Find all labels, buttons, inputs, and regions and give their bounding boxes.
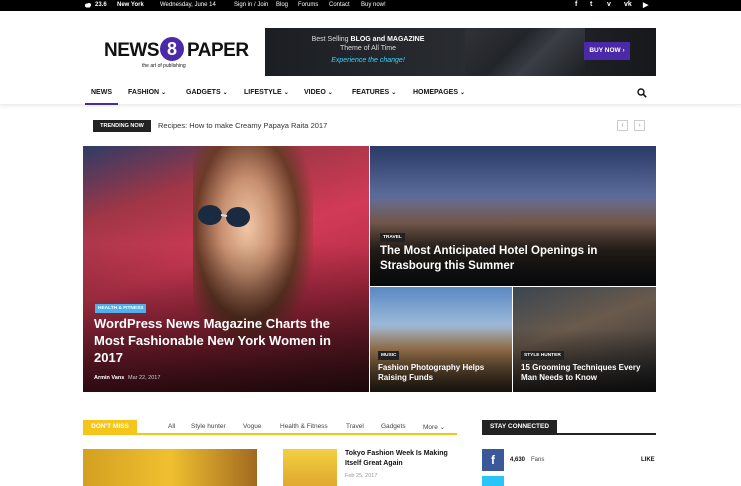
category-badge[interactable]: STYLE HUNTER — [521, 351, 564, 360]
facebook-icon[interactable]: f — [482, 449, 504, 471]
featured-title[interactable]: 15 Grooming Techniques Every Man Needs t… — [521, 363, 649, 384]
post-date-separator: - — [122, 375, 124, 381]
category-badge[interactable]: HEALTH & FITNESS — [95, 304, 147, 313]
tab-vogue[interactable]: Vogue — [243, 423, 261, 430]
trending-next-button[interactable]: › — [634, 120, 645, 131]
twitter-icon[interactable] — [482, 476, 504, 486]
dont-miss-image-main[interactable] — [83, 449, 257, 486]
tab-travel[interactable]: Travel — [346, 423, 364, 430]
chevron-down-icon: ⌄ — [391, 90, 397, 96]
banner-decoration — [465, 28, 585, 76]
sunglasses-graphic — [198, 205, 250, 227]
chevron-down-icon: ⌄ — [222, 90, 228, 96]
facebook-fan-count: 4,630 — [510, 457, 526, 463]
forums-link[interactable]: Forums — [298, 2, 318, 8]
dont-miss-post-date: Feb 25, 2017 — [345, 473, 378, 479]
nav-item-gadgets[interactable]: GADGETS ⌄ — [186, 89, 228, 96]
current-date: Wednesday, June 14 — [160, 2, 216, 8]
nav-item-news[interactable]: NEWS — [91, 89, 112, 96]
facebook-fans-label: Fans — [531, 457, 545, 463]
banner-buy-button[interactable]: BUY NOW › — [584, 42, 630, 60]
youtube-icon[interactable]: ▶ — [643, 1, 648, 9]
dont-miss-label: DON'T MISS — [83, 420, 137, 434]
blog-link[interactable]: Blog — [276, 2, 288, 8]
post-author[interactable]: Armin Vans — [94, 375, 124, 381]
post-date: Mar 22, 2017 — [128, 375, 161, 381]
buy-now-link[interactable]: Buy now! — [361, 2, 386, 8]
chevron-down-icon: ⌄ — [460, 90, 466, 96]
banner-line-3: Experience the change! — [331, 57, 405, 64]
cloud-icon — [85, 3, 91, 8]
chevron-down-icon: ⌄ — [161, 90, 167, 96]
dont-miss-underline — [83, 433, 457, 435]
chevron-down-icon: ⌄ — [439, 424, 446, 431]
nav-active-indicator — [85, 103, 118, 105]
facebook-icon[interactable]: f — [575, 1, 577, 8]
search-icon[interactable] — [637, 88, 647, 98]
featured-post-style[interactable]: STYLE HUNTER 15 Grooming Techniques Ever… — [513, 287, 656, 392]
vimeo-icon[interactable]: v — [607, 1, 611, 8]
facebook-like-button[interactable]: LIKE — [641, 457, 655, 463]
nav-item-video[interactable]: VIDEO ⌄ — [304, 89, 333, 96]
contact-link[interactable]: Contact — [329, 2, 350, 8]
dont-miss-thumb[interactable] — [283, 449, 337, 486]
twitter-icon[interactable]: t — [590, 1, 592, 8]
nav-item-lifestyle[interactable]: LIFESTYLE ⌄ — [244, 89, 289, 96]
trending-label: TRENDING NOW — [93, 120, 151, 132]
site-logo[interactable]: NEWS 8 PAPER the art of publishing — [104, 37, 249, 71]
stay-connected-label: STAY CONNECTED — [482, 420, 557, 434]
featured-title[interactable]: WordPress News Magazine Charts the Most … — [94, 316, 334, 367]
tab-more[interactable]: More ⌄ — [423, 423, 445, 431]
trending-prev-button[interactable]: ‹ — [617, 120, 628, 131]
banner-line-2: Theme of All Time — [339, 45, 397, 52]
top-bar: 23.6 New York Wednesday, June 14 Sign in… — [0, 0, 741, 11]
tab-gadgets[interactable]: Gadgets — [381, 423, 406, 430]
temperature: 23.6 — [95, 2, 107, 8]
logo-word-news: NEWS — [104, 40, 160, 61]
nav-item-fashion[interactable]: FASHION ⌄ — [128, 89, 166, 96]
logo-word-paper: PAPER — [187, 40, 249, 61]
nav-item-homepages[interactable]: HOMEPAGES ⌄ — [413, 89, 465, 96]
nav-item-features[interactable]: FEATURES ⌄ — [352, 89, 396, 96]
stay-connected-underline — [482, 433, 656, 435]
tab-all[interactable]: All — [168, 423, 175, 430]
featured-post-music[interactable]: MUSIC Fashion Photography Helps Raising … — [370, 287, 512, 392]
dont-miss-post-title[interactable]: Tokyo Fashion Week Is Making Itself Grea… — [345, 449, 455, 469]
chevron-down-icon: ⌄ — [327, 90, 333, 96]
featured-post-travel[interactable]: TRAVEL The Most Anticipated Hotel Openin… — [370, 146, 656, 286]
main-nav: NEWS FASHION ⌄ GADGETS ⌄ LIFESTYLE ⌄ VIDEO ⌄… — [0, 83, 741, 105]
tab-health-fitness[interactable]: Health & Fitness — [280, 423, 328, 430]
category-badge[interactable]: TRAVEL — [380, 233, 405, 242]
banner-line-1: Best Selling BLOG and MAGAZINE — [311, 36, 425, 43]
featured-title[interactable]: Fashion Photography Helps Raising Funds — [378, 363, 498, 384]
city: New York — [117, 2, 144, 8]
tab-style-hunter[interactable]: Style hunter — [191, 423, 226, 430]
trending-headline[interactable]: Recipes: How to make Creamy Papaya Raita… — [158, 121, 327, 130]
featured-title[interactable]: The Most Anticipated Hotel Openings in S… — [380, 244, 610, 274]
vk-icon[interactable]: vk — [624, 1, 632, 8]
category-badge[interactable]: MUSIC — [378, 351, 400, 360]
logo-tagline: the art of publishing — [142, 63, 186, 69]
featured-post-main[interactable]: HEALTH & FITNESS WordPress News Magazine… — [83, 146, 369, 392]
sign-in-link[interactable]: Sign in / Join — [234, 2, 268, 8]
logo-number: 8 — [160, 37, 184, 61]
header-banner-ad[interactable]: Best Selling BLOG and MAGAZINE Theme of … — [265, 28, 656, 76]
chevron-down-icon: ⌄ — [283, 90, 289, 96]
